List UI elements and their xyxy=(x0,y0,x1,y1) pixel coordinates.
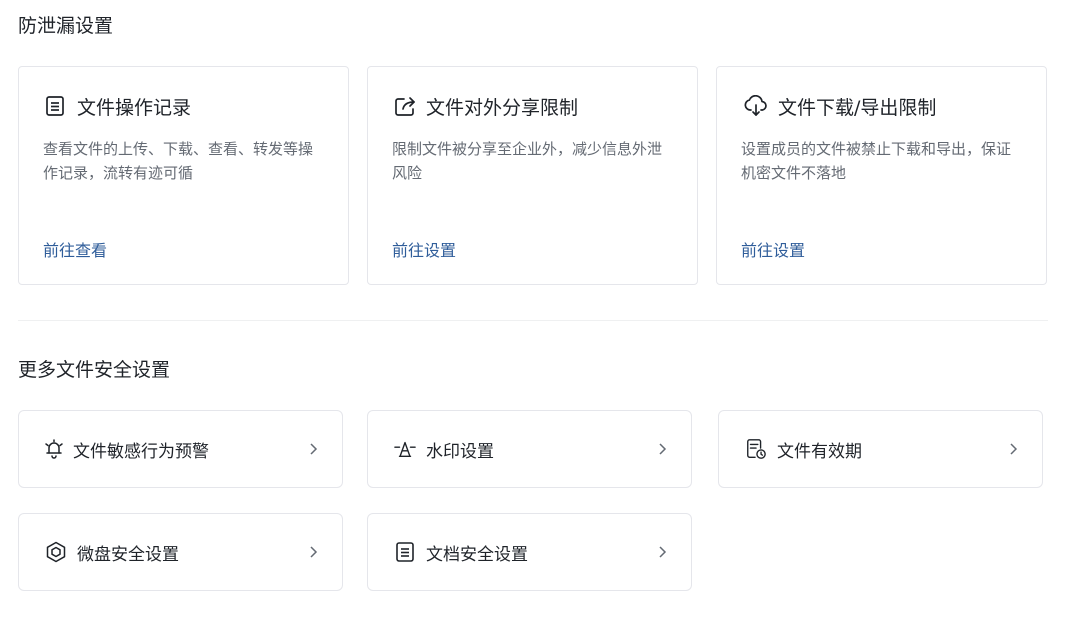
entry-file-validity-period[interactable]: 文件有效期 xyxy=(718,410,1043,488)
card-external-share-limit: 文件对外分享限制 限制文件被分享至企业外，减少信息外泄风险 前往设置 xyxy=(367,66,698,285)
share-limit-settings-link[interactable]: 前往设置 xyxy=(392,237,456,261)
section-divider xyxy=(18,320,1048,321)
card-description: 查看文件的上传、下载、查看、转发等操作记录，流转有迹可循 xyxy=(43,140,314,182)
chevron-right-icon xyxy=(1010,443,1018,455)
chevron-right-icon xyxy=(659,546,667,558)
entry-sensitive-behavior-alert[interactable]: 文件敏感行为预警 xyxy=(18,410,343,488)
card-description: 限制文件被分享至企业外，减少信息外泄风险 xyxy=(392,140,663,182)
card-download-export-limit: 文件下载/导出限制 设置成员的文件被禁止下载和导出，保证机密文件不落地 前往设置 xyxy=(716,66,1047,285)
entry-label: 水印设置 xyxy=(426,441,494,462)
dlp-section-title: 防泄漏设置 xyxy=(18,15,114,37)
card-title: 文件下载/导出限制 xyxy=(778,96,937,119)
entry-label: 微盘安全设置 xyxy=(77,544,179,565)
cube-shield-icon xyxy=(45,541,67,563)
chevron-right-icon xyxy=(310,546,318,558)
chevron-right-icon xyxy=(659,443,667,455)
entry-weipan-security-settings[interactable]: 微盘安全设置 xyxy=(18,513,343,591)
doc-list-icon xyxy=(394,541,416,563)
entry-label: 文档安全设置 xyxy=(426,544,528,565)
entry-label: 文件敏感行为预警 xyxy=(73,441,209,462)
bell-alert-icon xyxy=(43,438,65,460)
download-limit-settings-link[interactable]: 前往设置 xyxy=(741,237,805,261)
chevron-right-icon xyxy=(310,443,318,455)
file-clock-icon xyxy=(745,438,767,460)
entry-label: 文件有效期 xyxy=(777,441,862,462)
card-title: 文件操作记录 xyxy=(77,96,192,119)
view-log-link[interactable]: 前往查看 xyxy=(43,237,107,261)
document-icon xyxy=(45,95,65,117)
more-settings-section-title: 更多文件安全设置 xyxy=(18,359,171,381)
cloud-download-icon xyxy=(743,95,769,117)
watermark-icon xyxy=(394,438,416,460)
card-title: 文件对外分享限制 xyxy=(426,96,579,119)
entry-doc-security-settings[interactable]: 文档安全设置 xyxy=(367,513,692,591)
card-file-operation-log: 文件操作记录 查看文件的上传、下载、查看、转发等操作记录，流转有迹可循 前往查看 xyxy=(18,66,349,285)
entry-watermark-settings[interactable]: 水印设置 xyxy=(367,410,692,488)
file-security-page: 防泄漏设置 文件操作记录 查看文件的上传、下载、查看、转发等操作记录，流转有迹可… xyxy=(0,0,1080,623)
share-out-icon xyxy=(394,95,418,117)
card-header: 文件对外分享限制 xyxy=(394,93,578,119)
card-header: 文件下载/导出限制 xyxy=(743,93,936,119)
card-header: 文件操作记录 xyxy=(45,93,191,119)
card-description: 设置成员的文件被禁止下载和导出，保证机密文件不落地 xyxy=(741,140,1012,182)
